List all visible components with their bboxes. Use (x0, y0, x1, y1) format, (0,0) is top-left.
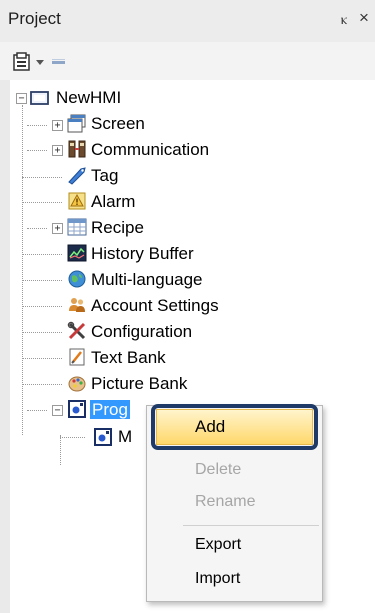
tree-item-label[interactable]: Alarm (91, 191, 135, 213)
tree-connector (27, 150, 47, 151)
tree-connector (22, 177, 62, 178)
tag-icon (68, 167, 86, 185)
highlight-callout-box (151, 404, 318, 450)
tree-connector (22, 202, 62, 203)
tree-item-label[interactable]: Recipe (91, 217, 144, 239)
menu-item-rename[interactable]: Rename (147, 486, 322, 518)
tree-connector (22, 306, 62, 307)
menu-item-delete[interactable]: Delete (147, 454, 322, 486)
selected-item-text: Prog (90, 400, 130, 419)
tree-connector (22, 384, 62, 385)
program-icon (68, 400, 86, 418)
project-panel: Project ⲕ × − NewHMI + Screen + Communic… (0, 0, 375, 613)
picture-bank-icon (68, 376, 86, 392)
tree-collapse-toggle[interactable]: − (16, 93, 27, 104)
menu-separator (183, 525, 319, 526)
project-view-icon[interactable] (12, 52, 32, 72)
collapse-icon[interactable] (51, 56, 67, 68)
tree-expand-toggle[interactable]: + (52, 223, 63, 234)
panel-toolbar (0, 42, 375, 80)
communication-icon (68, 140, 86, 158)
recipe-icon (67, 218, 87, 236)
tree-item-root-label[interactable]: NewHMI (56, 87, 121, 109)
hmi-monitor-icon (30, 91, 49, 105)
tree-item-label[interactable]: History Buffer (91, 243, 194, 265)
tree-item-label[interactable]: Text Bank (91, 347, 166, 369)
tree-item-label[interactable]: Screen (91, 113, 145, 135)
close-icon[interactable]: × (356, 8, 372, 28)
tree-item-label[interactable]: Communication (91, 139, 209, 161)
tree-connector (22, 358, 62, 359)
tree-item-label[interactable]: Tag (91, 165, 118, 187)
tree-item-selected-label[interactable]: Prog (90, 399, 130, 421)
tree-item-label[interactable]: Configuration (91, 321, 192, 343)
tree-item-label[interactable]: Account Settings (91, 295, 219, 317)
menu-item-label: Rename (195, 493, 256, 510)
tree-connector (22, 280, 62, 281)
tree-connector (27, 228, 47, 229)
tree-item-label[interactable]: M (118, 426, 132, 448)
tree-expand-toggle[interactable]: + (52, 120, 63, 131)
menu-item-label: Import (195, 570, 241, 587)
tree-connector (22, 332, 62, 333)
globe-icon (68, 270, 86, 288)
menu-item-export[interactable]: Export (147, 529, 322, 561)
alarm-icon (68, 192, 86, 210)
tree-connector (27, 125, 47, 126)
program-child-icon (94, 428, 112, 446)
menu-item-label: Export (195, 536, 242, 553)
pin-icon[interactable]: ⲕ (337, 9, 351, 29)
tree-connector (27, 410, 47, 411)
tree-collapse-toggle[interactable]: − (52, 405, 63, 416)
tree-item-label[interactable]: Picture Bank (91, 373, 187, 395)
menu-item-import[interactable]: Import (147, 563, 322, 595)
tree-expand-toggle[interactable]: + (52, 145, 63, 156)
history-buffer-icon (67, 244, 87, 262)
text-bank-icon (69, 348, 85, 366)
panel-left-frame (0, 80, 10, 613)
screen-icon (67, 114, 86, 133)
menu-item-label: Delete (195, 461, 242, 478)
tools-icon (67, 321, 86, 340)
panel-title: Project (8, 9, 61, 28)
tree-connector (22, 254, 62, 255)
dropdown-arrow-icon[interactable] (36, 58, 44, 66)
account-users-icon (69, 298, 85, 312)
tree-connector (60, 435, 61, 465)
tree-connector (22, 105, 23, 435)
panel-titlebar: Project ⲕ × (0, 0, 375, 43)
tree-connector (60, 437, 85, 438)
tree-item-label[interactable]: Multi-language (91, 269, 203, 291)
